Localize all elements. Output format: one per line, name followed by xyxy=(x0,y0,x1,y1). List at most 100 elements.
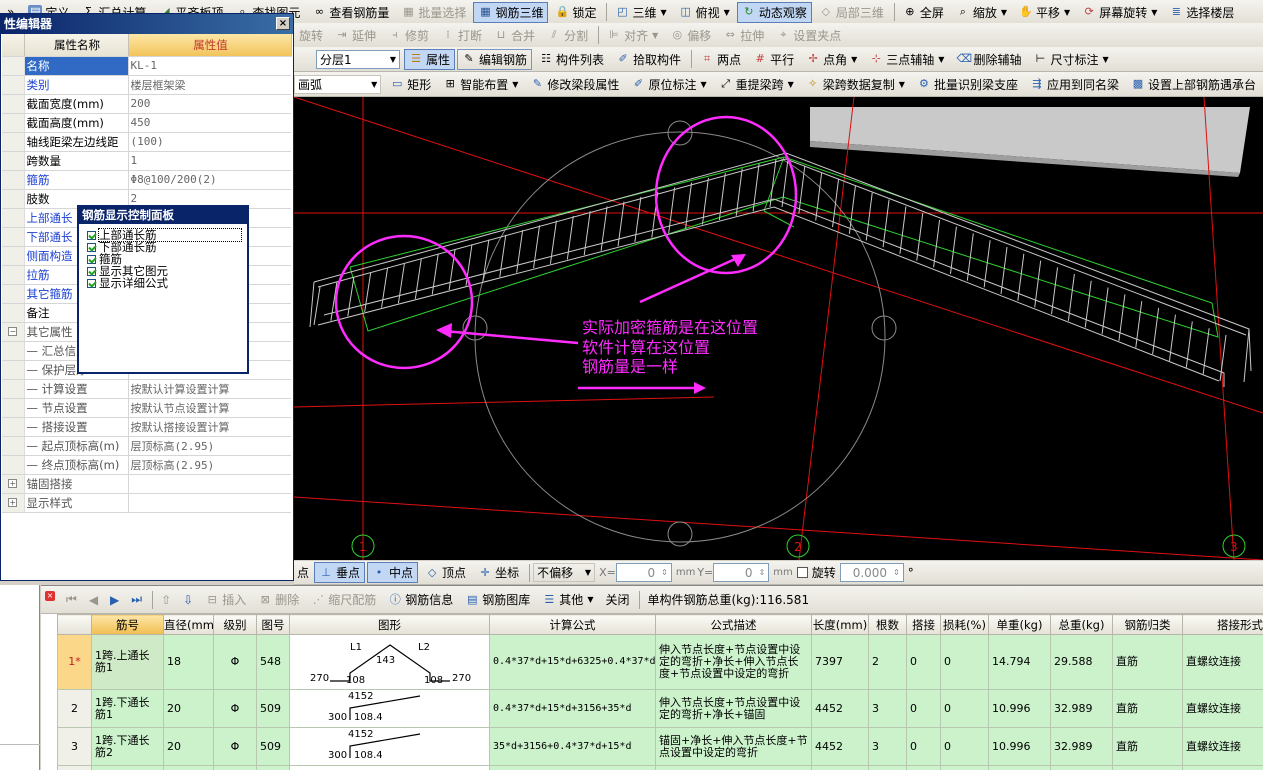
rebar-info-button[interactable]: ⓘ 钢筋信息 xyxy=(383,589,458,610)
rotate-checkbox[interactable] xyxy=(796,567,808,578)
lap-cell[interactable]: 0 xyxy=(906,689,941,728)
in-situ-annotation-dropdown[interactable]: ✐ 原位标注 ▼ xyxy=(626,74,711,95)
view-3d-dropdown[interactable]: ◰ 三维 ▼ xyxy=(610,2,671,23)
column-header[interactable] xyxy=(57,614,92,635)
table-row[interactable]: 41跨.箍筋1 Φ195 2*((200-2*20)+(450-2*20))+ 139… xyxy=(57,765,1263,770)
insert-button[interactable]: ⊟ 插入 xyxy=(200,589,251,610)
len-cell[interactable]: 4452 xyxy=(811,689,869,728)
property-row[interactable]: + 锚固搭接 xyxy=(2,474,291,494)
count-cell[interactable]: 42 xyxy=(868,765,907,770)
screen-rotate-dropdown[interactable]: ⟳ 屏幕旋转 ▼ xyxy=(1077,2,1162,23)
property-value[interactable]: 层顶标高(2.95) xyxy=(128,436,291,456)
property-value[interactable]: 层顶标高(2.95) xyxy=(128,455,291,475)
count-cell[interactable]: 3 xyxy=(868,689,907,728)
type-cell[interactable]: 直筋 xyxy=(1112,689,1183,728)
property-row-gutter[interactable]: + xyxy=(2,474,25,494)
type-cell[interactable]: 直筋 xyxy=(1112,727,1183,766)
y-input[interactable]: 0 ⇕ xyxy=(713,563,770,582)
align-dropdown[interactable]: ⊫ 对齐 ▼ xyxy=(602,25,663,46)
move-up-icon[interactable]: ⇧ xyxy=(156,589,176,610)
property-row[interactable]: 名称 KL-1 xyxy=(2,56,291,76)
len-cell[interactable]: 1390 xyxy=(811,765,869,770)
property-value[interactable]: KL-1 xyxy=(128,56,291,76)
property-value[interactable]: 按默认搭接设置计算 xyxy=(128,417,291,437)
point-angle-dropdown[interactable]: ✢ 点角 ▼ xyxy=(801,49,862,70)
expand-icon[interactable]: + xyxy=(8,498,18,507)
scaled-rebar-button[interactable]: ⋰ 缩尺配筋 xyxy=(306,589,381,610)
desc-cell[interactable]: 伸入节点长度+节点设置中设定的弯折+净长+伸入节点长度+节点设置中设定的弯折 xyxy=(655,634,812,690)
snap-midpoint-button[interactable]: • 中点 xyxy=(367,562,419,583)
x-input[interactable]: 0 ⇕ xyxy=(615,563,672,582)
desc-cell[interactable] xyxy=(655,765,812,770)
desc-cell[interactable]: 伸入节点长度+节点设置中设定的弯折+净长+锚固 xyxy=(655,689,812,728)
column-header[interactable]: 级别 xyxy=(213,614,257,635)
lap-cell[interactable]: 0 xyxy=(906,727,941,766)
pick-component-button[interactable]: ✐ 拾取构件 xyxy=(611,49,686,70)
table-row[interactable]: 3 1跨.下通长筋2 20 Φ 509 4152 300 108.4 35*d+3156+0.4… xyxy=(57,727,1263,766)
pan-dropdown[interactable]: ✋ 平移 ▼ xyxy=(1014,2,1075,23)
table-row[interactable]: 2 1跨.下通长筋1 20 Φ 509 4152 300 108.4 0.4*37*d+15*d… xyxy=(57,689,1263,728)
offset-mode-select[interactable]: 不偏移 ▼ xyxy=(533,563,596,582)
property-row-gutter[interactable]: − xyxy=(2,322,25,342)
count-cell[interactable]: 2 xyxy=(868,634,907,690)
dimension-dropdown[interactable]: ⊢ 尺寸标注 ▼ xyxy=(1028,49,1113,70)
dia-cell[interactable]: 20 xyxy=(163,727,214,766)
floor-select[interactable]: 分层1 ▼ xyxy=(316,49,400,69)
property-value[interactable]: 按默认节点设置计算 xyxy=(128,398,291,418)
dia-cell[interactable] xyxy=(163,765,214,770)
batch-identify-support-button[interactable]: ⚙ 批量识别梁支座 xyxy=(912,74,1023,95)
loss-cell[interactable]: 0 xyxy=(940,765,989,770)
reextract-span-dropdown[interactable]: ⤢ 重提梁跨 ▼ xyxy=(714,74,799,95)
rebar-name-cell[interactable]: 1跨.上通长筋1 xyxy=(91,634,164,690)
column-header[interactable]: 单重(kg) xyxy=(988,614,1051,635)
copy-span-data-dropdown[interactable]: ✧ 梁跨数据复制 ▼ xyxy=(801,74,910,95)
edit-rebar-button[interactable]: ✎ 编辑钢筋 xyxy=(457,48,533,70)
smart-layout-dropdown[interactable]: ⊞ 智能布置 ▼ xyxy=(438,74,523,95)
stretch-button[interactable]: ⇔ 拉伸 xyxy=(718,25,769,46)
formula-cell[interactable]: 0.4*37*d+15*d+6325+0.4*37*d+15*d xyxy=(489,634,656,690)
delete-aux-axis-button[interactable]: ⌫ 删除辅轴 xyxy=(951,49,1026,70)
grade-cell[interactable]: Φ xyxy=(213,689,257,728)
total-w-cell[interactable]: 32.989 xyxy=(1050,689,1113,728)
property-row[interactable]: — 起点顶标高(m) 层顶标高(2.95) xyxy=(2,436,291,456)
column-header[interactable]: 根数 xyxy=(868,614,907,635)
property-row[interactable]: 类别 楼层框架梁 xyxy=(2,75,291,95)
len-cell[interactable]: 7397 xyxy=(811,634,869,690)
checkbox-show-detailed-formula[interactable]: 显示详细公式 xyxy=(79,277,247,289)
lap-form-cell[interactable]: 直螺纹连接 xyxy=(1182,689,1263,728)
grade-cell[interactable]: Φ xyxy=(213,634,257,690)
offset-button[interactable]: ◎ 偏移 xyxy=(665,25,716,46)
parallel-button[interactable]: # 平行 xyxy=(748,49,799,70)
len-cell[interactable]: 4452 xyxy=(811,727,869,766)
apply-same-name-beam-button[interactable]: ⇶ 应用到同名梁 xyxy=(1025,74,1124,95)
column-header[interactable]: 直径(mm) xyxy=(163,614,214,635)
property-value[interactable]: 1 xyxy=(128,151,291,171)
column-header[interactable]: 公式描述 xyxy=(655,614,812,635)
loss-cell[interactable]: 0 xyxy=(940,689,989,728)
fullscreen-button[interactable]: ⊕ 全屏 xyxy=(898,2,949,23)
trim-button[interactable]: ⫞ 修剪 xyxy=(383,25,434,46)
rebar-name-cell[interactable]: 1跨.下通长筋1 xyxy=(91,689,164,728)
rebar-name-cell[interactable]: 1跨.箍筋1 xyxy=(91,765,164,770)
column-header[interactable]: 计算公式 xyxy=(489,614,656,635)
property-row[interactable]: + 显示样式 xyxy=(2,493,291,513)
property-value[interactable]: 楼层框架梁 xyxy=(128,75,291,95)
dia-cell[interactable]: 18 xyxy=(163,634,214,690)
lap-form-cell[interactable]: 直螺纹连接 xyxy=(1182,727,1263,766)
property-row[interactable]: 轴线距梁左边线距 (100) xyxy=(2,132,291,152)
lap-form-cell[interactable]: 绑扎 xyxy=(1182,765,1263,770)
select-floor-button[interactable]: ≣ 选择楼层 xyxy=(1164,2,1239,23)
formula-cell[interactable]: 2*((200-2*20)+(450-2*20))+ xyxy=(489,765,656,770)
snap-point-button[interactable]: 点 xyxy=(294,562,312,583)
rotate-input[interactable]: 0.000 ⇕ xyxy=(839,563,904,582)
fig-cell[interactable]: 195 xyxy=(256,765,290,770)
move-down-icon[interactable]: ⇩ xyxy=(178,589,198,610)
component-list-button[interactable]: ☷ 构件列表 xyxy=(534,49,609,70)
batch-select-button[interactable]: ▦ 批量选择 xyxy=(396,2,471,23)
other-dropdown[interactable]: ☰ 其他 ▼ xyxy=(537,589,598,610)
three-point-axis-dropdown[interactable]: ⊹ 三点辅轴 ▼ xyxy=(864,49,949,70)
lap-cell[interactable]: 0 xyxy=(906,765,941,770)
column-header[interactable]: 损耗(%) xyxy=(940,614,989,635)
property-value[interactable] xyxy=(128,493,291,513)
unit-w-cell[interactable]: 10.996 xyxy=(988,727,1051,766)
